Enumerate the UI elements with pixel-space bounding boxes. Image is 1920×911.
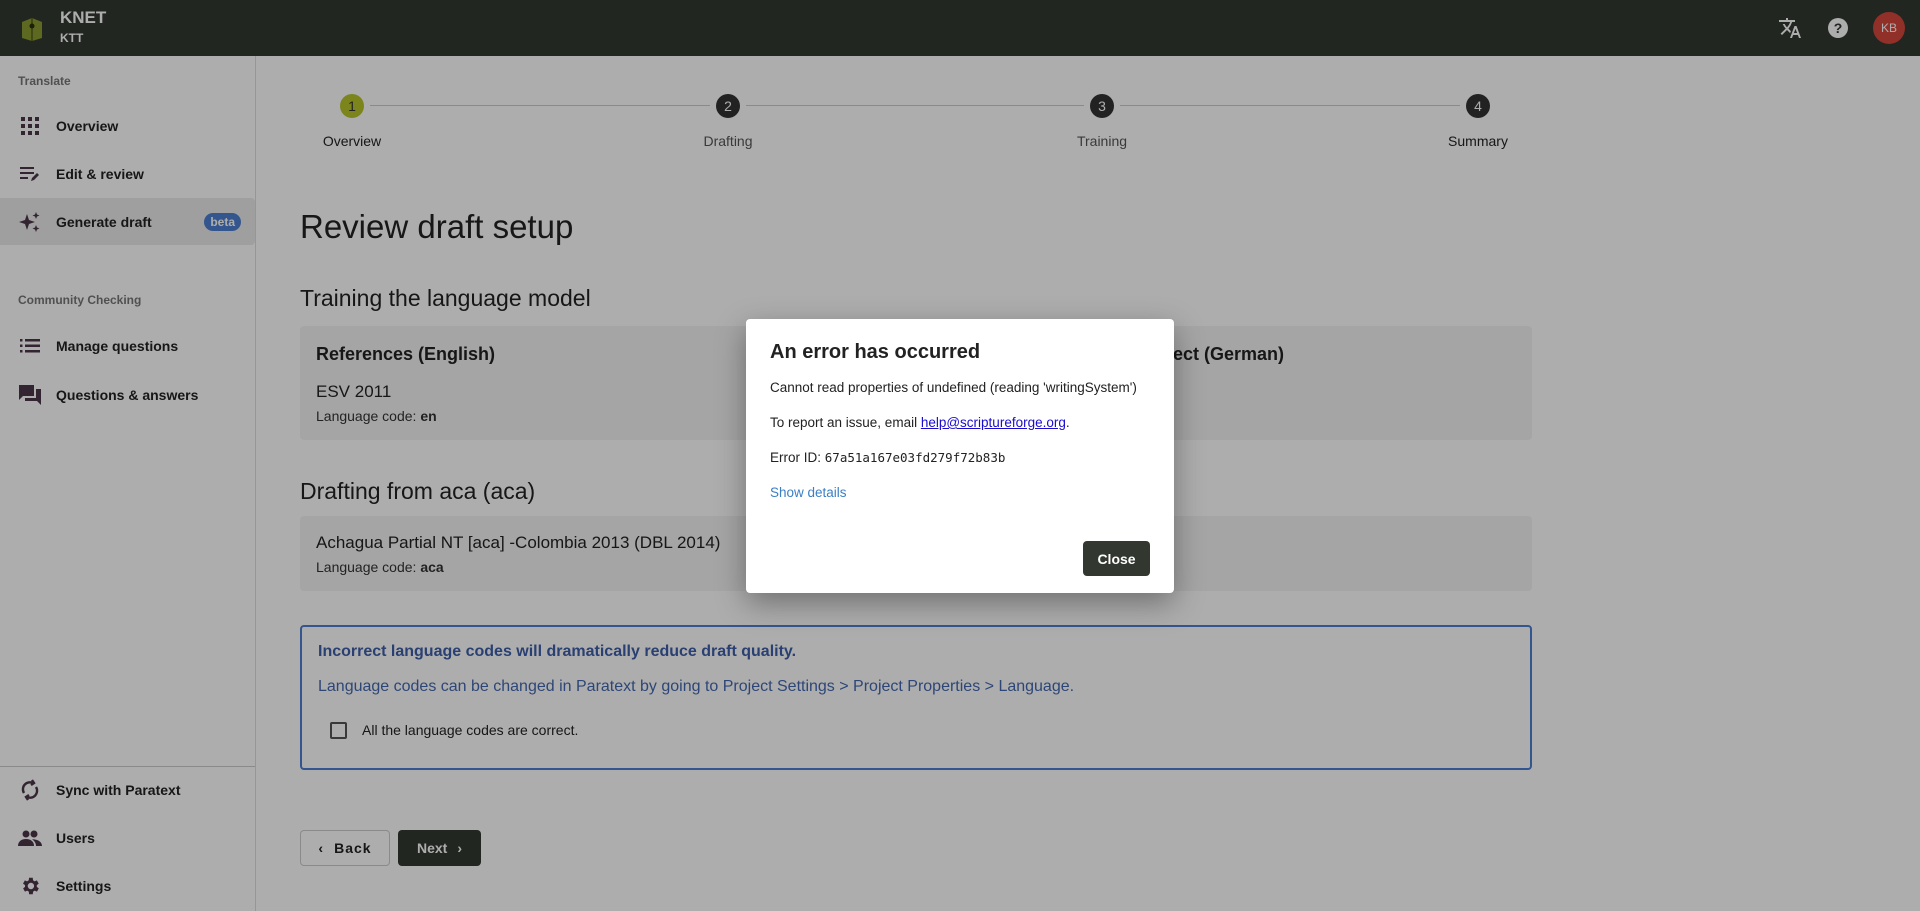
error-id-value: 67a51a167e03fd279f72b83b: [824, 450, 1006, 465]
report-suffix: .: [1065, 415, 1070, 430]
show-details-link[interactable]: Show details: [770, 485, 847, 500]
error-id: Error ID: 67a51a167e03fd279f72b83b: [770, 450, 1005, 465]
close-button[interactable]: Close: [1083, 541, 1150, 576]
error-message: Cannot read properties of undefined (rea…: [770, 380, 1137, 395]
error-id-label: Error ID:: [770, 450, 825, 465]
report-text: To report an issue, email help@scripture…: [770, 415, 1070, 430]
dialog-title: An error has occurred: [770, 341, 981, 363]
report-prefix: To report an issue, email: [770, 415, 921, 430]
error-dialog: An error has occurred Cannot read proper…: [746, 319, 1174, 593]
support-email-link[interactable]: help@scriptureforge.org: [921, 415, 1066, 430]
